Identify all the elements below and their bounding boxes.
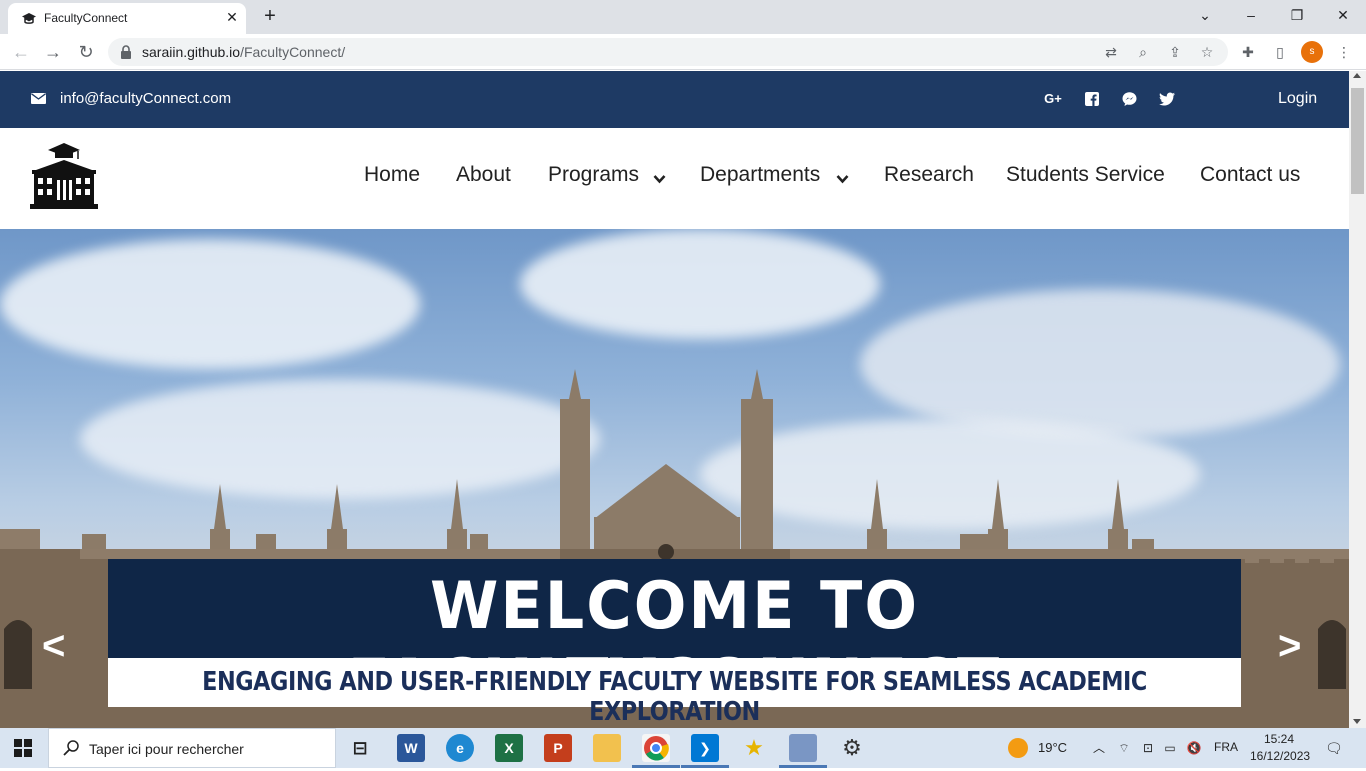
taskbar-search-placeholder: Taper ici pour rechercher (89, 741, 244, 757)
page-scrollbar[interactable] (1349, 71, 1366, 728)
remote-app-icon[interactable] (789, 734, 817, 762)
weather-sun-icon[interactable] (1008, 738, 1028, 758)
login-link[interactable]: Login (1278, 90, 1317, 108)
scroll-down-arrow-icon[interactable] (1353, 719, 1361, 724)
zoom-icon[interactable]: ⌕ (1134, 43, 1152, 61)
settings-gear-icon[interactable]: ⚙ (838, 734, 866, 762)
reload-icon[interactable]: ↻ (75, 41, 97, 63)
hero-carousel: < > WELCOME TO FACULTYCONNECT ENGAGING A… (0, 229, 1349, 728)
weather-temp[interactable]: 19°C (1038, 740, 1067, 755)
browser-tab-strip: FacultyConnect ✕ + ⌄ – ❐ ✕ (0, 0, 1366, 34)
search-icon (63, 740, 79, 756)
facebook-icon[interactable] (1085, 90, 1099, 108)
language-indicator[interactable]: FRA (1214, 740, 1238, 754)
powerpoint-app-icon[interactable]: P (544, 734, 572, 762)
volume-muted-icon[interactable]: 🔇 (1186, 740, 1202, 756)
file-explorer-icon[interactable] (593, 734, 621, 762)
nav-research[interactable]: Research (884, 163, 974, 187)
twitter-icon[interactable] (1159, 90, 1175, 108)
graduation-cap-icon (22, 13, 36, 24)
contact-email-link[interactable]: info@facultyConnect.com (60, 90, 231, 107)
windows-start-icon[interactable] (14, 739, 32, 757)
nav-programs[interactable]: Programs (548, 163, 639, 187)
edge-app-icon[interactable]: e (446, 734, 474, 762)
vscode-app-icon[interactable]: ❯ (691, 734, 719, 762)
google-plus-icon[interactable]: G+ (1042, 90, 1064, 108)
url-text: saraiin.github.io/FacultyConnect/ (142, 44, 346, 60)
battery-icon[interactable]: ▭ (1162, 740, 1178, 756)
word-app-icon[interactable]: W (397, 734, 425, 762)
university-building-logo[interactable] (30, 142, 98, 209)
profile-avatar[interactable]: s (1301, 41, 1323, 63)
tray-chevron-up-icon[interactable]: ︿ (1091, 740, 1107, 756)
nav-contact[interactable]: Contact us (1200, 163, 1300, 187)
page-viewport: info@facultyConnect.com G+ Login Home Ab… (0, 71, 1349, 728)
chevron-down-icon[interactable] (836, 174, 849, 184)
clock-date[interactable]: 16/12/2023 (1250, 749, 1310, 763)
notification-center-icon[interactable]: 🗨 (1325, 740, 1343, 756)
envelope-icon (31, 93, 46, 104)
nav-departments[interactable]: Departments (700, 163, 820, 187)
nav-home[interactable]: Home (364, 163, 420, 187)
minimize-icon[interactable]: – (1240, 4, 1262, 26)
forward-icon[interactable]: → (42, 41, 64, 63)
clock-time[interactable]: 15:24 (1264, 732, 1294, 746)
network-icon[interactable]: ⊡ (1140, 740, 1156, 756)
chrome-app-icon[interactable] (642, 734, 670, 762)
hero-title-banner: WELCOME TO FACULTYCONNECT (108, 559, 1241, 721)
top-info-bar: info@facultyConnect.com G+ Login (0, 71, 1349, 128)
browser-toolbar: ← → ↻ saraiin.github.io/FacultyConnect/ … (0, 34, 1366, 70)
restore-icon[interactable]: ❐ (1286, 4, 1308, 26)
close-tab-icon[interactable]: ✕ (224, 9, 240, 25)
hero-subtitle-banner: ENGAGING AND USER-FRIENDLY FACULTY WEBSI… (108, 658, 1241, 727)
messenger-icon[interactable] (1122, 90, 1137, 108)
tab-title: FacultyConnect (44, 11, 128, 25)
browser-menu-icon[interactable]: ⋮ (1334, 42, 1354, 62)
hero-subtitle: ENGAGING AND USER-FRIENDLY FACULTY WEBSI… (202, 667, 1147, 727)
main-navbar: Home About Programs Departments Research… (0, 128, 1349, 229)
carousel-prev-arrow[interactable]: < (42, 624, 65, 669)
extensions-puzzle-icon[interactable]: ✚ (1238, 42, 1258, 62)
browser-tab[interactable]: FacultyConnect ✕ (8, 3, 246, 34)
nav-about[interactable]: About (456, 163, 511, 187)
back-icon[interactable]: ← (10, 41, 32, 63)
tab-search-chevron-icon[interactable]: ⌄ (1194, 4, 1216, 26)
chevron-down-icon[interactable] (653, 174, 666, 184)
nav-students-service[interactable]: Students Service (1006, 163, 1165, 187)
bookmark-star-icon[interactable]: ☆ (1198, 43, 1216, 61)
new-tab-icon[interactable]: + (259, 6, 281, 28)
lock-icon (121, 45, 131, 59)
wifi-icon[interactable]: ⌔ (1116, 740, 1132, 756)
close-window-icon[interactable]: ✕ (1332, 4, 1354, 26)
taskbar-search-box[interactable]: Taper ici pour rechercher (48, 728, 336, 768)
scroll-up-arrow-icon[interactable] (1353, 73, 1361, 78)
excel-app-icon[interactable]: X (495, 734, 523, 762)
side-panel-icon[interactable]: ▯ (1270, 42, 1290, 62)
windows-taskbar: Taper ici pour rechercher ⊟ W e X P ❯ ★ … (0, 728, 1366, 768)
address-bar[interactable]: saraiin.github.io/FacultyConnect/ ⇄ ⌕ ⇪ … (108, 38, 1228, 66)
star-app-icon[interactable]: ★ (740, 734, 768, 762)
carousel-next-arrow[interactable]: > (1278, 624, 1301, 669)
translate-icon[interactable]: ⇄ (1102, 43, 1120, 61)
share-icon[interactable]: ⇪ (1166, 43, 1184, 61)
scroll-thumb[interactable] (1351, 88, 1364, 194)
task-view-icon[interactable]: ⊟ (346, 734, 374, 762)
